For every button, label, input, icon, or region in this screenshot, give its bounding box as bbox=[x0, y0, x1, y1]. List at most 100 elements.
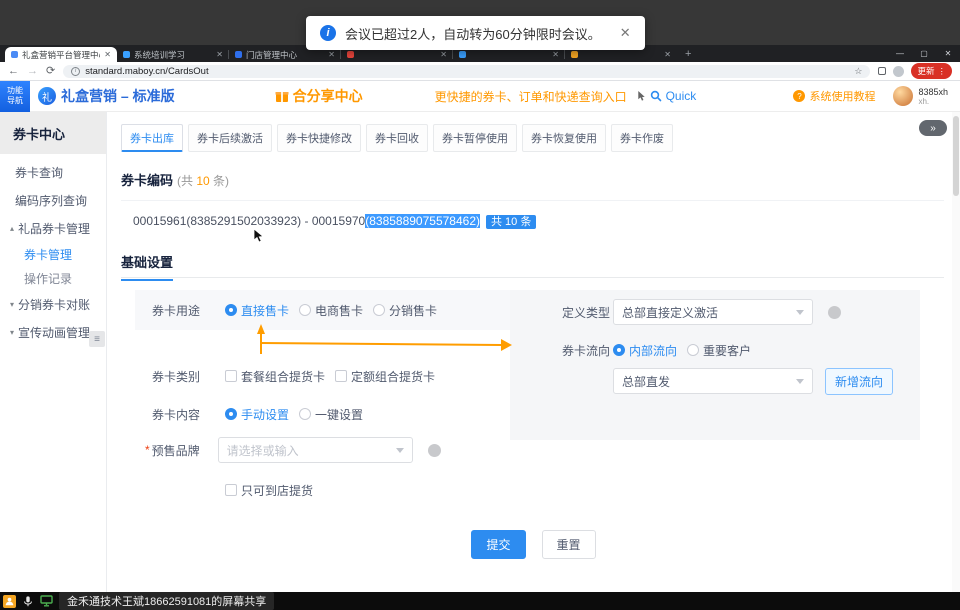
select-value: 总部直接定义激活 bbox=[622, 304, 718, 321]
tab-card-resume[interactable]: 券卡恢复使用 bbox=[522, 124, 606, 152]
sidebar: 券卡中心 券卡查询 编码序列查询 ▴ 礼品券卡管理 券卡管理 操作记录 ▾ 分销… bbox=[0, 112, 107, 592]
radio-label: 手动设置 bbox=[241, 406, 289, 423]
window-close-button[interactable]: ✕ bbox=[936, 49, 960, 58]
browser-toolbar: ← → ⟳ i standard.maboy.cn/CardsOut ☆ 更新 … bbox=[0, 62, 960, 81]
radio-icon bbox=[299, 304, 311, 316]
usage-row: 券卡用途 直接售卡 电商售卡 分销售卡 bbox=[152, 298, 447, 322]
definition-type-row: 定义类型 总部直接定义激活 bbox=[562, 298, 841, 326]
extensions-icon[interactable] bbox=[878, 67, 886, 75]
main-content: 券卡出库 券卡后续激活 券卡快捷修改 券卡回收 券卡暂停使用 券卡恢复使用 券卡… bbox=[107, 112, 960, 592]
window-minimize-button[interactable]: — bbox=[888, 49, 912, 58]
back-icon[interactable]: ← bbox=[8, 66, 19, 77]
browser-tab-2[interactable]: 系统培训学习 ✕ bbox=[117, 47, 229, 62]
radio-distribution-sale[interactable]: 分销售卡 bbox=[373, 302, 437, 319]
meeting-toast: i 会议已超过2人，自动转为60分钟限时会议。 ✕ bbox=[306, 16, 645, 50]
sidebar-group-distribution-reconciliation[interactable]: ▾ 分销券卡对账 bbox=[0, 290, 106, 318]
presale-brand-row: * 预售品牌 请选择或输入 bbox=[145, 436, 441, 464]
presale-brand-select[interactable]: 请选择或输入 bbox=[218, 437, 413, 463]
address-bar[interactable]: i standard.maboy.cn/CardsOut ☆ bbox=[63, 65, 870, 78]
group-label: 宣传动画管理 bbox=[18, 324, 90, 341]
code-count-badge: 共 10 条 bbox=[486, 215, 536, 229]
radio-important-customer[interactable]: 重要客户 bbox=[687, 342, 751, 359]
help-icon[interactable] bbox=[828, 306, 841, 319]
tab-card-recycle[interactable]: 券卡回收 bbox=[366, 124, 428, 152]
usage-label: 券卡用途 bbox=[152, 302, 200, 319]
microphone-icon[interactable] bbox=[22, 595, 34, 608]
share-center-link[interactable]: 合分享中心 bbox=[275, 86, 363, 106]
section-divider bbox=[121, 200, 944, 201]
tab-close-icon[interactable]: ✕ bbox=[104, 50, 111, 59]
add-flow-button[interactable]: 新增流向 bbox=[825, 368, 893, 395]
tab-card-quick-edit[interactable]: 券卡快捷修改 bbox=[277, 124, 361, 152]
scrollbar[interactable] bbox=[952, 112, 960, 592]
share-center-label: 合分享中心 bbox=[293, 86, 363, 106]
tab-card-void[interactable]: 券卡作废 bbox=[611, 124, 673, 152]
tab-close-icon[interactable]: ✕ bbox=[664, 50, 671, 59]
radio-one-click-setting[interactable]: 一键设置 bbox=[299, 406, 363, 423]
submit-button[interactable]: 提交 bbox=[471, 530, 525, 559]
function-nav-button[interactable]: 功能 导航 bbox=[0, 81, 30, 112]
user-info: 8385xh xh. bbox=[918, 87, 948, 106]
scrollbar-thumb[interactable] bbox=[953, 116, 959, 196]
reload-icon[interactable]: ⟳ bbox=[46, 66, 55, 77]
definition-type-select[interactable]: 总部直接定义激活 bbox=[613, 299, 813, 325]
tab-card-outbound[interactable]: 券卡出库 bbox=[121, 124, 183, 152]
tab-close-icon[interactable]: ✕ bbox=[552, 50, 559, 59]
panel-collapse-button[interactable]: » bbox=[919, 120, 947, 136]
tab-close-icon[interactable]: ✕ bbox=[440, 50, 447, 59]
checkbox-fixed-combo-card[interactable]: 定额组合提货卡 bbox=[335, 368, 435, 385]
group-label: 分销券卡对账 bbox=[18, 296, 90, 313]
sidebar-item-operation-records[interactable]: 操作记录 bbox=[0, 266, 106, 290]
tab-card-suspend[interactable]: 券卡暂停使用 bbox=[433, 124, 517, 152]
checkbox-package-combo-card[interactable]: 套餐组合提货卡 bbox=[225, 368, 325, 385]
sidebar-item-card-management[interactable]: 券卡管理 bbox=[0, 242, 106, 266]
profile-avatar[interactable] bbox=[893, 66, 904, 77]
quick-search-link[interactable]: Quick bbox=[637, 89, 697, 103]
radio-manual-setting[interactable]: 手动设置 bbox=[225, 406, 289, 423]
browser-tab-1[interactable]: 礼盒营销平台管理中心 ✕ bbox=[5, 47, 117, 62]
forward-icon[interactable]: → bbox=[27, 66, 38, 77]
user-avatar bbox=[893, 86, 913, 106]
radio-label: 直接售卡 bbox=[241, 302, 289, 319]
screen-share-icon[interactable] bbox=[40, 595, 53, 607]
flow-select[interactable]: 总部直发 bbox=[613, 368, 813, 394]
radio-direct-sale[interactable]: 直接售卡 bbox=[225, 302, 289, 319]
section-title-text: 券卡编码 bbox=[121, 173, 173, 188]
radio-ecommerce-sale[interactable]: 电商售卡 bbox=[299, 302, 363, 319]
sidebar-title: 券卡中心 bbox=[0, 112, 106, 154]
reset-button[interactable]: 重置 bbox=[542, 530, 596, 559]
site-info-icon[interactable]: i bbox=[71, 67, 80, 76]
tutorial-link[interactable]: ? 系统使用教程 bbox=[793, 88, 875, 104]
help-icon[interactable] bbox=[428, 444, 441, 457]
window-maximize-button[interactable]: ▢ bbox=[912, 49, 936, 58]
card-code-range: 00015961(8385291502033923) - 00015970(83… bbox=[133, 213, 536, 229]
user-account[interactable]: 8385xh xh. bbox=[893, 86, 948, 106]
sidebar-item-card-query[interactable]: 券卡查询 bbox=[0, 158, 106, 186]
bookmark-star-icon[interactable]: ☆ bbox=[854, 66, 862, 77]
tab-close-icon[interactable]: ✕ bbox=[216, 50, 223, 59]
app-brand: 礼 礼盒营销 – 标准版 bbox=[38, 86, 175, 106]
required-asterisk: * bbox=[145, 443, 150, 457]
sidebar-item-code-sequence-query[interactable]: 编码序列查询 bbox=[0, 186, 106, 214]
toast-close-icon[interactable]: ✕ bbox=[620, 25, 631, 41]
sidebar-group-gift-card-mgmt[interactable]: ▴ 礼品券卡管理 bbox=[0, 214, 106, 242]
radio-icon bbox=[299, 408, 311, 420]
radio-icon bbox=[613, 344, 625, 356]
sidebar-collapse-handle[interactable]: ≡ bbox=[89, 331, 105, 347]
card-flow-label: 券卡流向 bbox=[562, 342, 610, 359]
radio-internal-flow[interactable]: 内部流向 bbox=[613, 342, 677, 359]
radio-label: 内部流向 bbox=[629, 342, 677, 359]
radio-label: 一键设置 bbox=[315, 406, 363, 423]
category-label: 券卡类别 bbox=[152, 368, 200, 385]
card-flow-row: 券卡流向 内部流向 重要客户 bbox=[562, 340, 761, 360]
tab-close-icon[interactable]: ✕ bbox=[328, 50, 335, 59]
new-tab-button[interactable]: + bbox=[685, 48, 691, 60]
browser-update-button[interactable]: 更新 ⋮ bbox=[911, 63, 952, 79]
tab-title: 门店管理中心 bbox=[246, 49, 324, 61]
checkbox-icon bbox=[335, 370, 347, 382]
tutorial-label: 系统使用教程 bbox=[809, 88, 875, 104]
tab-card-followup-activation[interactable]: 券卡后续激活 bbox=[188, 124, 272, 152]
content-row: 券卡内容 手动设置 一键设置 bbox=[152, 402, 373, 426]
screen: i 会议已超过2人，自动转为60分钟限时会议。 ✕ 礼盒营销平台管理中心 ✕ 系… bbox=[0, 0, 960, 610]
checkbox-store-pickup-only[interactable]: 只可到店提货 bbox=[225, 482, 313, 499]
